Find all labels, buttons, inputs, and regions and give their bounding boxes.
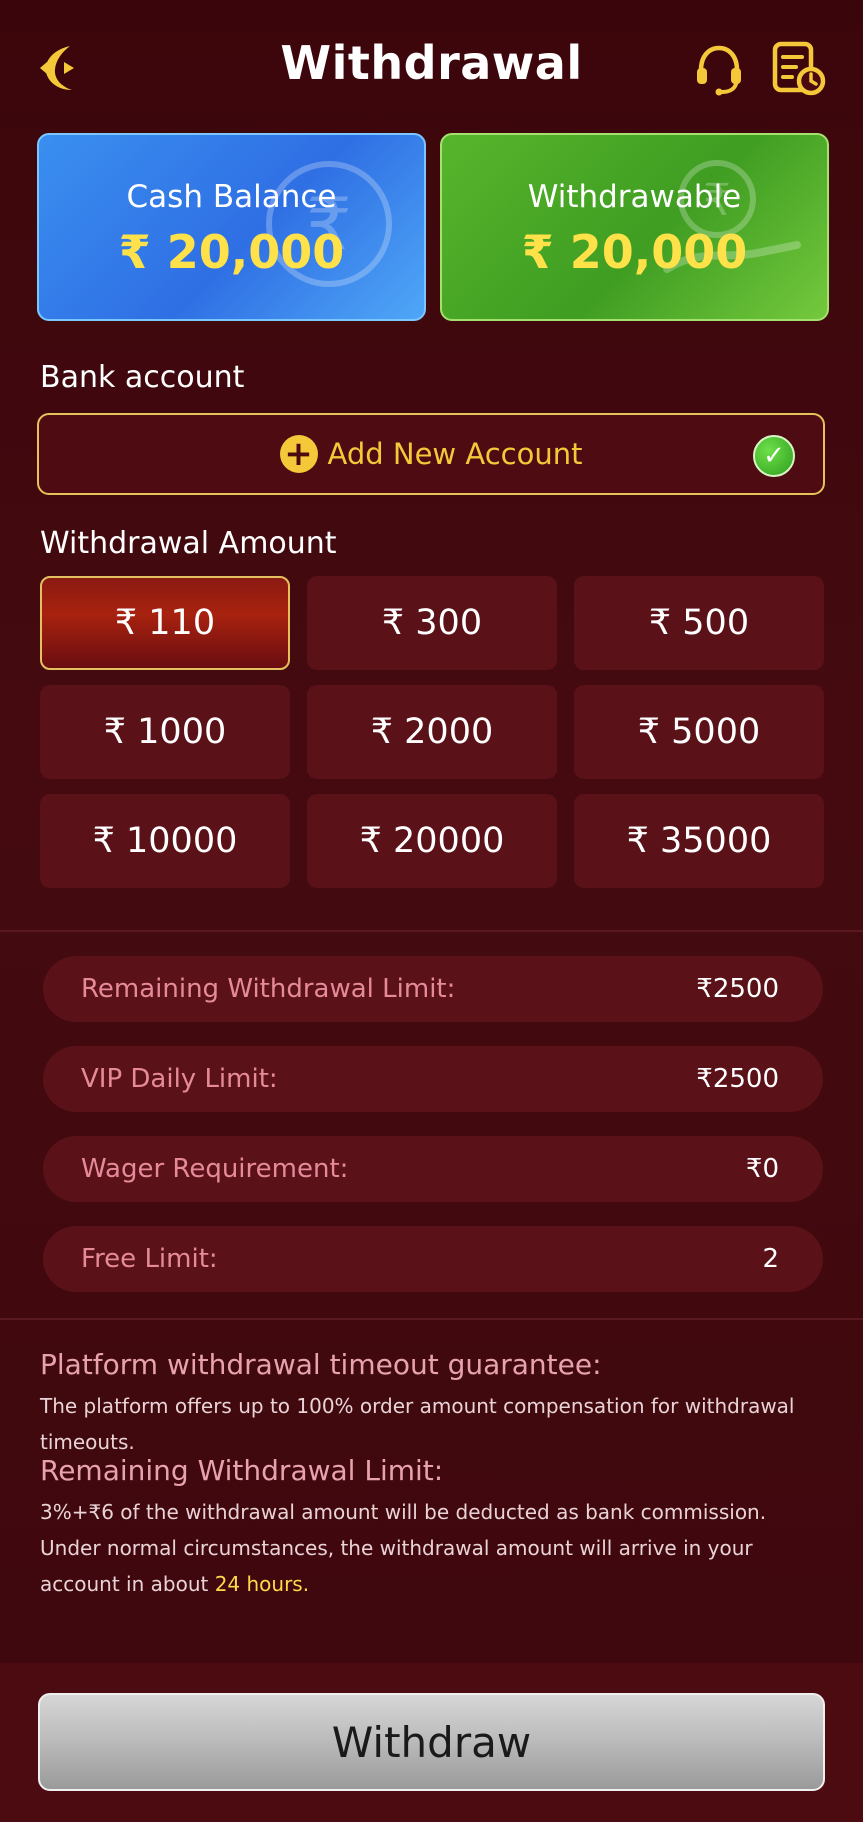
cash-balance-value: ₹ 20,000 (118, 225, 345, 279)
arrival-hours: 24 hours. (214, 1572, 310, 1596)
bank-account-label: Bank account (40, 360, 245, 395)
free-limit-row: Free Limit: 2 (43, 1226, 823, 1292)
limit-value: ₹0 (745, 1154, 779, 1184)
limit-value: 2 (762, 1244, 779, 1274)
support-button[interactable] (694, 42, 744, 96)
arrival-time-text: account in about 24 hours. (40, 1566, 840, 1602)
add-account-label: Add New Account (327, 437, 583, 471)
guarantee-text: The platform offers up to 100% order amo… (40, 1394, 795, 1454)
arrival-text: Under normal circumstances, the withdraw… (40, 1536, 753, 1560)
limit-label: VIP Daily Limit: (81, 1064, 278, 1094)
records-button[interactable] (772, 40, 826, 96)
amount-option-1000[interactable]: ₹ 1000 (40, 685, 290, 779)
withdrawal-amount-label: Withdrawal Amount (40, 526, 337, 561)
limit-value: ₹2500 (696, 1064, 779, 1094)
withdrawable-label: Withdrawable (527, 179, 742, 215)
wager-requirement-row: Wager Requirement: ₹0 (43, 1136, 823, 1202)
add-new-account-button[interactable]: + Add New Account ✓ (37, 413, 825, 495)
vip-daily-limit-row: VIP Daily Limit: ₹2500 (43, 1046, 823, 1112)
divider (0, 1318, 863, 1320)
withdrawable-card: ₹ Withdrawable ₹ 20,000 (440, 133, 829, 321)
amount-option-2000[interactable]: ₹ 2000 (307, 685, 557, 779)
limit-info-title: Remaining Withdrawal Limit: (40, 1454, 444, 1487)
arrival-prefix: account in about (40, 1572, 215, 1596)
amount-option-35000[interactable]: ₹ 35000 (574, 794, 824, 888)
amount-option-500[interactable]: ₹ 500 (574, 576, 824, 670)
remaining-withdrawal-limit-row: Remaining Withdrawal Limit: ₹2500 (43, 956, 823, 1022)
commission-text: 3%+₹6 of the withdrawal amount will be d… (40, 1500, 767, 1524)
withdraw-button[interactable]: Withdraw (38, 1693, 825, 1791)
amount-option-110[interactable]: ₹ 110 (40, 576, 290, 670)
cash-balance-card: ₹ Cash Balance ₹ 20,000 (37, 133, 426, 321)
withdrawable-value: ₹ 20,000 (521, 225, 748, 279)
amount-option-10000[interactable]: ₹ 10000 (40, 794, 290, 888)
guarantee-title: Platform withdrawal timeout guarantee: (40, 1348, 602, 1381)
amount-option-5000[interactable]: ₹ 5000 (574, 685, 824, 779)
cash-balance-label: Cash Balance (126, 179, 337, 215)
amount-options: ₹ 110 ₹ 300 ₹ 500 ₹ 1000 ₹ 2000 ₹ 5000 ₹… (40, 576, 825, 888)
limit-label: Wager Requirement: (81, 1154, 349, 1184)
bottom-bar: Withdraw (0, 1663, 863, 1822)
check-circle-icon: ✓ (753, 435, 795, 477)
divider (0, 930, 863, 932)
header: Withdrawal (0, 0, 863, 130)
amount-option-300[interactable]: ₹ 300 (307, 576, 557, 670)
withdrawal-page: Withdrawal ₹ Cash Balance ₹ 20,000 ₹ Wit… (0, 0, 863, 1822)
records-clock-icon (772, 41, 826, 96)
plus-circle-icon: + (279, 435, 318, 473)
limit-label: Remaining Withdrawal Limit: (81, 974, 456, 1004)
limit-label: Free Limit: (81, 1244, 218, 1274)
limit-value: ₹2500 (696, 974, 779, 1004)
headset-icon (697, 45, 741, 96)
amount-option-20000[interactable]: ₹ 20000 (307, 794, 557, 888)
